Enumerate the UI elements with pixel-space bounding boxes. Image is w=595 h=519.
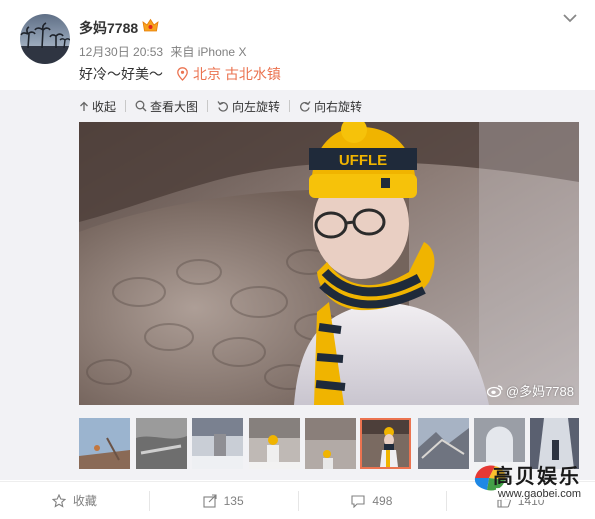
user-avatar[interactable] [20,14,70,64]
favorite-button[interactable]: 收藏 [0,482,149,519]
arrow-up-icon [80,101,88,111]
rotate-left-button[interactable]: 向左旋转 [217,98,280,115]
post-source[interactable]: 来自 iPhone X [170,45,246,59]
thumbnail[interactable] [136,418,187,469]
toolbar-divider [125,100,127,112]
location-label: 北京 古北水镇 [193,66,281,82]
toolbar-divider [207,100,209,112]
collapse-button[interactable]: 收起 [79,98,116,115]
favorite-label: 收藏 [72,494,97,508]
comment-button[interactable]: 498 [297,482,447,519]
rotate-right-label: 向右旋转 [314,99,363,114]
brand-title: 高贝娱乐 [493,466,581,488]
view-large-label: 查看大图 [150,99,199,114]
rotate-right-icon [300,101,311,112]
hat-text: UFFLE [339,152,387,169]
weibo-post-card: 多妈7788 12月30日 20:53 来自 iPhone X 好冷～好美～ 北… [0,0,595,519]
post-text: 好冷～好美～ [79,66,163,82]
share-icon [203,493,217,508]
media-panel: 收起 查看大图 向左旋转 向右旋转 UFFLE @多妈7788 [0,90,595,480]
brand-url: www.gaobei.com [495,488,583,500]
chevron-down-icon[interactable] [562,12,578,24]
main-photo[interactable]: UFFLE @多妈7788 [79,122,579,405]
toolbar-divider [289,100,291,112]
repost-count: 135 [223,493,244,508]
photo-watermark: @多妈7788 [486,381,574,400]
thumbnail[interactable] [418,418,469,469]
photo-toolbar: 收起 查看大图 向左旋转 向右旋转 [79,98,371,114]
rotate-right-button[interactable]: 向右旋转 [299,98,362,115]
magnifier-icon [135,100,147,112]
thumbnail[interactable] [79,418,130,469]
post-time[interactable]: 12月30日 20:53 [79,45,163,59]
thumbnail-selected[interactable] [360,418,411,469]
watermark-text: @多妈7788 [505,384,574,399]
location-link[interactable]: 北京 古北水镇 [177,64,281,84]
comment-count: 498 [372,493,393,508]
weibo-logo-icon [486,385,503,397]
comment-icon [351,494,365,508]
star-icon [51,493,66,508]
rotate-left-icon [217,101,228,112]
post-meta: 12月30日 20:53 来自 iPhone X [79,43,250,60]
repost-button[interactable]: 135 [148,482,298,519]
view-large-button[interactable]: 查看大图 [135,98,198,115]
location-pin-icon [177,67,188,81]
thumbnail[interactable] [249,418,300,469]
vip-crown-icon[interactable] [142,18,159,33]
username[interactable]: 多妈7788 [79,18,138,38]
collapse-label: 收起 [92,99,117,114]
thumbnail[interactable] [305,418,356,469]
thumbnail[interactable] [192,418,243,469]
rotate-left-label: 向左旋转 [232,99,281,114]
